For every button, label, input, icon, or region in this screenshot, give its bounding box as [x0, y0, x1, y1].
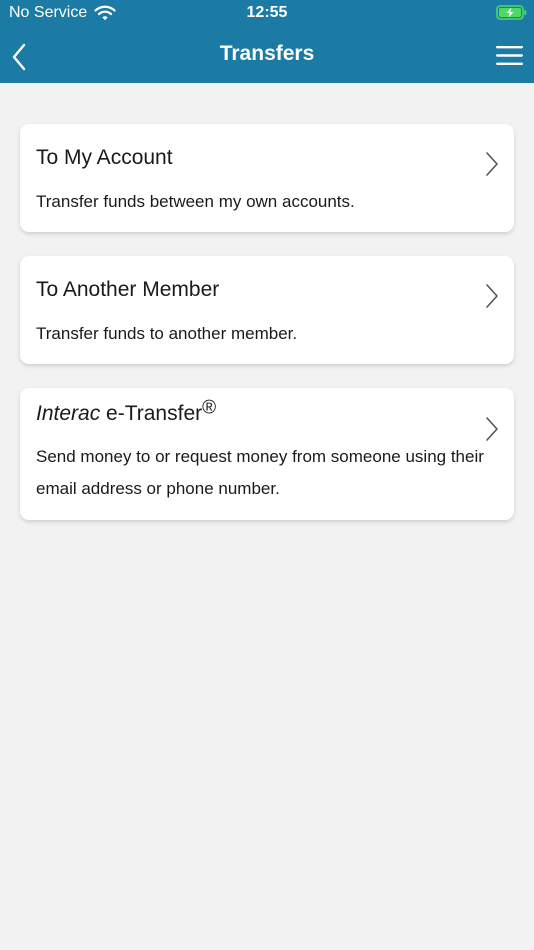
navigation-bar: Transfers [0, 28, 534, 83]
option-title-rest: e-Transfer [100, 402, 203, 425]
hamburger-menu-icon [495, 45, 523, 65]
registered-mark: ® [202, 397, 217, 419]
status-time: 12:55 [246, 4, 288, 21]
menu-button[interactable] [494, 42, 524, 68]
chevron-right-icon [486, 284, 498, 308]
transfer-option-another-member[interactable]: To Another Member Transfer funds to anot… [20, 256, 514, 364]
app-header: No Service 12:55 Transfers [0, 0, 534, 83]
battery-charging-icon [496, 5, 527, 20]
page-title: Transfers [219, 42, 315, 65]
chevron-right-icon [486, 417, 498, 441]
transfer-option-my-account[interactable]: To My Account Transfer funds between my … [20, 124, 514, 232]
option-title: To My Account [36, 146, 173, 169]
option-title-italic: Interac [36, 402, 101, 425]
option-description: Send money to or request money from some… [36, 447, 484, 498]
option-title: Interac e-Transfer® [36, 398, 216, 426]
transfer-option-interac-etransfer[interactable]: Interac e-Transfer® Send money to or req… [20, 388, 514, 520]
option-description: Transfer funds to another member. [36, 324, 298, 343]
option-description: Transfer funds between my own accounts. [36, 192, 355, 211]
option-title: To Another Member [36, 278, 220, 301]
status-bar: No Service 12:55 [0, 0, 534, 28]
chevron-right-icon [486, 152, 498, 176]
